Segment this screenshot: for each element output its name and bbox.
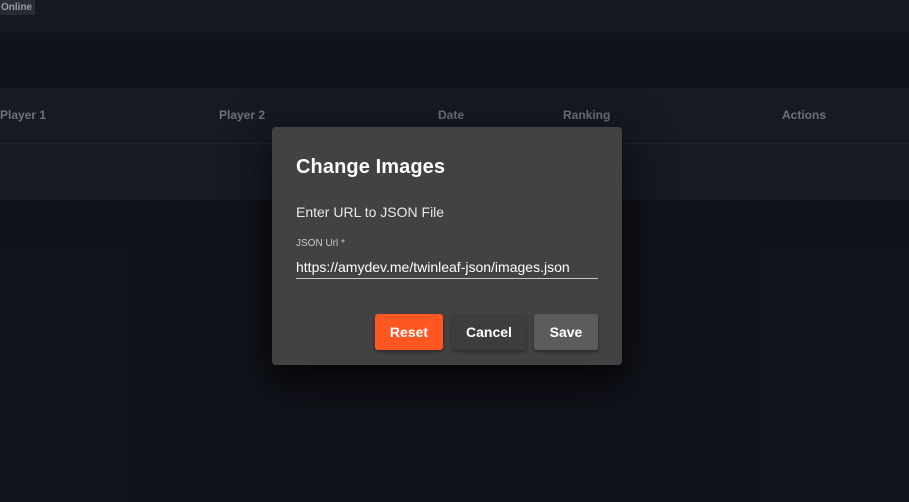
save-button[interactable]: Save [534,314,598,350]
json-url-input[interactable] [296,256,598,279]
reset-button[interactable]: Reset [375,314,443,350]
change-images-dialog: Change Images Enter URL to JSON File JSO… [272,127,622,365]
dialog-description: Enter URL to JSON File [296,204,445,220]
dialog-title: Change Images [296,156,446,178]
cancel-button[interactable]: Cancel [452,314,526,350]
json-url-label: JSON Url * [296,238,345,249]
